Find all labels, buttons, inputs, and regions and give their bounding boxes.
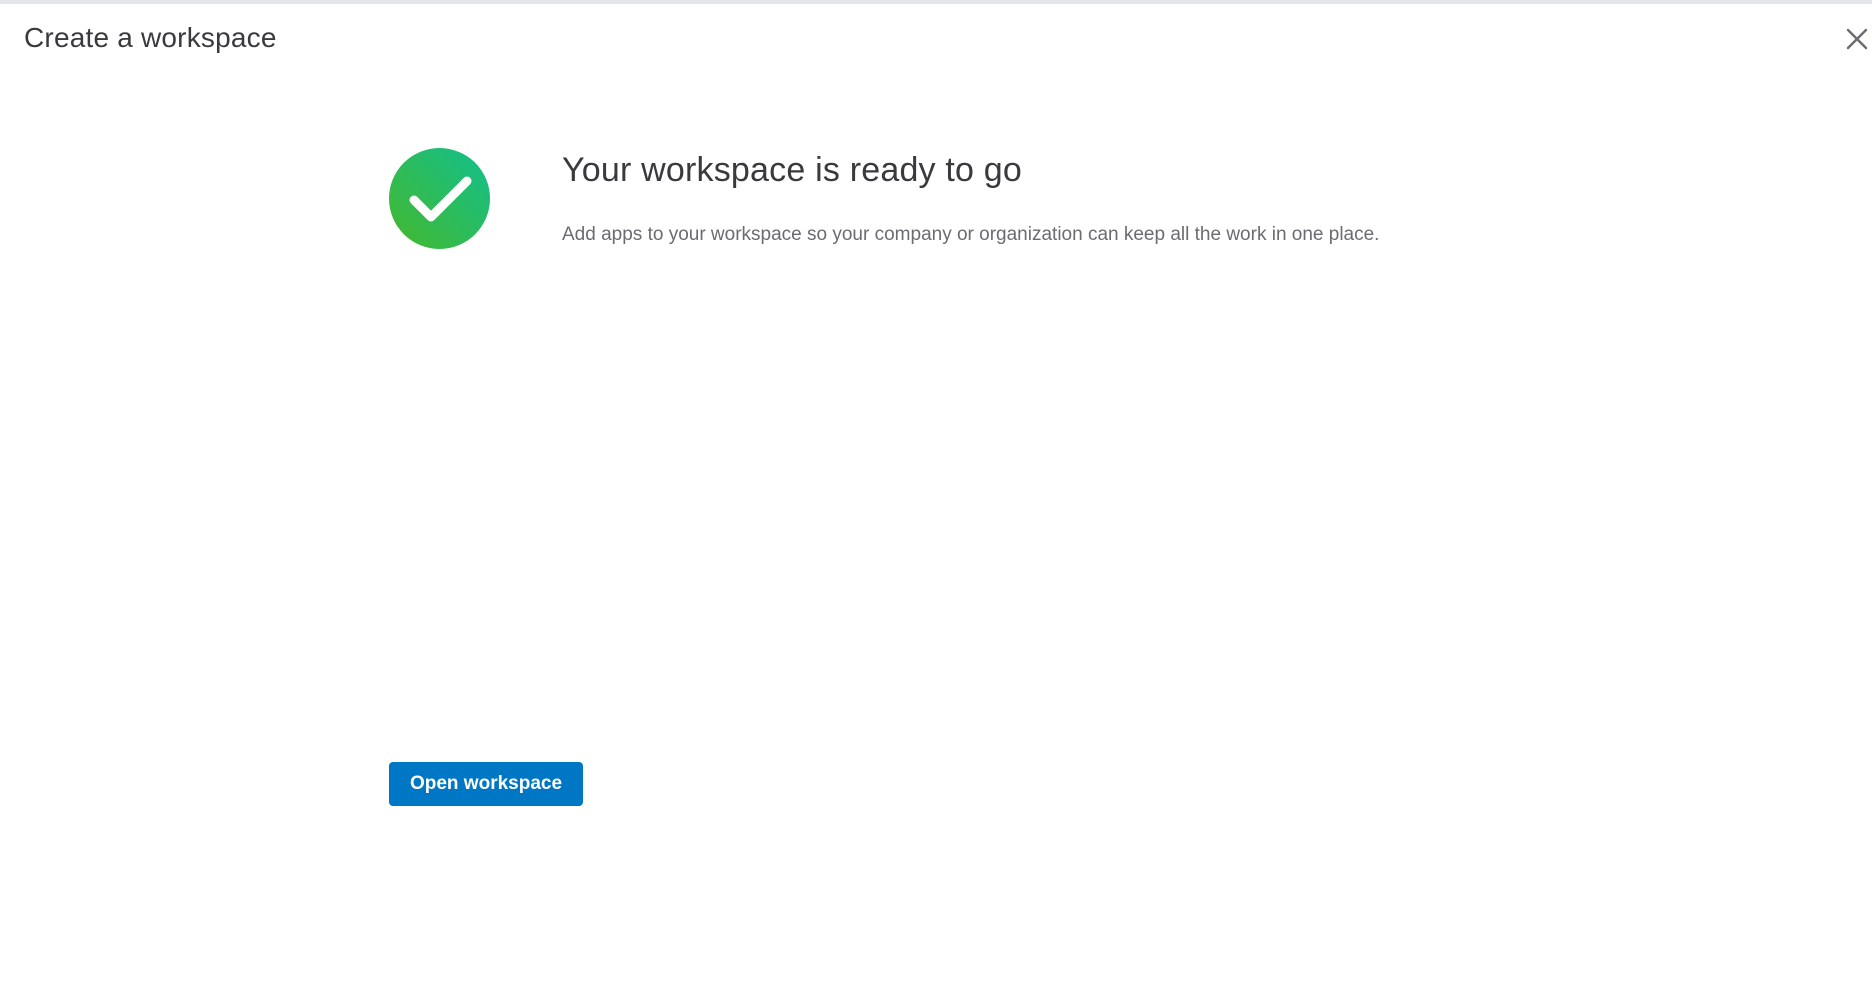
dialog-title: Create a workspace bbox=[24, 22, 277, 53]
open-workspace-button[interactable]: Open workspace bbox=[389, 762, 583, 806]
check-circle-icon bbox=[389, 148, 490, 249]
close-icon bbox=[1846, 28, 1868, 50]
dialog-header: Create a workspace bbox=[0, 4, 1872, 76]
success-heading: Your workspace is ready to go bbox=[562, 151, 1023, 189]
success-description: Add apps to your workspace so your compa… bbox=[562, 224, 1380, 245]
close-button[interactable] bbox=[1842, 24, 1872, 54]
